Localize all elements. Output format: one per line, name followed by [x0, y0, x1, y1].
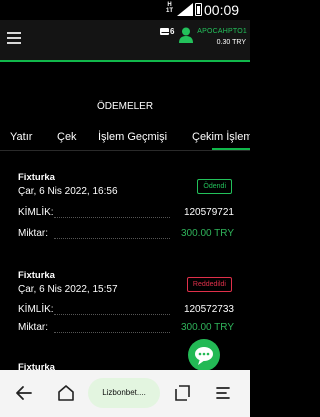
home-icon[interactable]	[56, 383, 76, 403]
username[interactable]: APOCAHPTO1	[197, 28, 247, 35]
tab-deposit[interactable]: Yatır	[10, 131, 32, 143]
transaction-provider: Fixturka	[18, 270, 55, 281]
header-accent-line	[0, 60, 250, 62]
transaction-provider: Fixturka	[18, 172, 55, 183]
browser-nav-bar: Lizbonbet....	[0, 370, 250, 417]
signal-icon	[177, 3, 193, 16]
dotted-leader	[54, 332, 170, 333]
url-bar[interactable]: Lizbonbet....	[88, 378, 160, 408]
network-sub-label: 1T	[166, 8, 174, 14]
clock: 00:09	[204, 2, 240, 18]
id-row: KİMLİK: 120579721	[18, 207, 234, 221]
chat-bubble-icon	[195, 347, 213, 365]
dotted-leader	[54, 217, 170, 218]
id-label: KİMLİK:	[18, 304, 54, 315]
status-badge: Reddedildi	[186, 277, 232, 292]
id-label: KİMLİK:	[18, 207, 54, 218]
dotted-leader	[54, 238, 170, 239]
amount-label: Miktar:	[18, 228, 48, 239]
status-bar: H 1T 00:09	[0, 0, 250, 20]
tab-withdrawal-transactions[interactable]: Çekim İşlem	[192, 131, 250, 143]
app-header: 6 APOCAHPTO1 0.30 TRY	[0, 20, 250, 60]
tab-withdraw[interactable]: Çek	[57, 131, 77, 143]
network-type: H 1T	[166, 2, 173, 14]
mail-count-badge: 6	[170, 27, 175, 36]
tab-history[interactable]: İşlem Geçmişi	[98, 131, 167, 143]
amount-value: 300.00 TRY	[180, 228, 234, 239]
balance: 0.30 TRY	[216, 39, 246, 46]
live-chat-button[interactable]	[188, 339, 220, 371]
id-value: 120572733	[183, 304, 234, 315]
id-row: KİMLİK: 120572733	[18, 304, 234, 318]
divider	[0, 150, 250, 151]
page-title: ÖDEMELER	[96, 101, 154, 112]
battery-icon	[195, 3, 202, 16]
payment-tabs: Yatır Çek İşlem Geçmişi Çekim İşlem	[0, 128, 250, 150]
amount-label: Miktar:	[18, 322, 48, 333]
id-value: 120579721	[183, 207, 234, 218]
amount-row: Miktar: 300.00 TRY	[18, 228, 234, 242]
dotted-leader	[54, 314, 170, 315]
back-arrow-icon[interactable]	[14, 383, 34, 403]
status-badge: Ödendi	[197, 179, 232, 194]
tabs-icon[interactable]	[172, 383, 192, 403]
transaction-date: Çar, 6 Nis 2022, 16:56	[18, 186, 118, 197]
amount-value: 300.00 TRY	[180, 322, 234, 333]
envelope-icon[interactable]	[160, 28, 170, 35]
transaction-date: Çar, 6 Nis 2022, 15:57	[18, 284, 118, 295]
menu-icon[interactable]	[213, 383, 233, 403]
user-avatar-icon[interactable]	[179, 27, 193, 43]
hamburger-menu-icon[interactable]	[7, 32, 21, 44]
amount-row: Miktar: 300.00 TRY	[18, 322, 234, 336]
